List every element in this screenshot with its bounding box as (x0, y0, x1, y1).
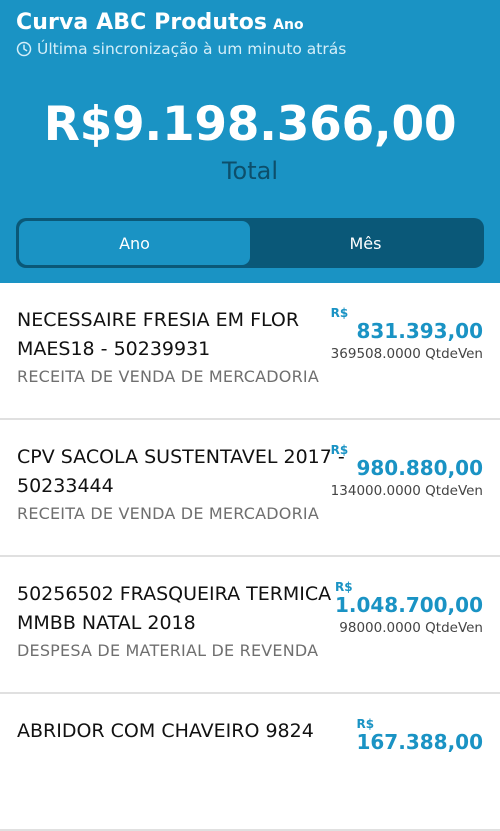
list-item[interactable]: CPV SACOLA SUSTENTAVEL 2017 - 50233444 R… (0, 420, 500, 557)
product-qty: 134000.0000 QtdeVen (330, 483, 483, 499)
tab-month[interactable]: Mês (250, 221, 481, 265)
product-amount: 980.880,00 (356, 456, 483, 480)
product-values: R$ 831.393,00 369508.0000 QtdeVen (330, 307, 483, 363)
sync-text: Última sincronização à um minuto atrás (37, 40, 347, 58)
product-account: RECEITA DE VENDA DE MERCADORIA (17, 504, 319, 523)
product-values: R$ 1.048.700,00 98000.0000 QtdeVen (334, 581, 483, 637)
product-name: NECESSAIRE FRESIA EM FLOR MAES18 - 50239… (17, 309, 300, 360)
product-account: RECEITA DE VENDA DE MERCADORIA (17, 367, 319, 386)
page-title: Curva ABC Produtos (16, 10, 268, 35)
clock-icon (16, 41, 32, 57)
tab-year[interactable]: Ano (19, 221, 250, 265)
product-amount: 167.388,00 (356, 730, 483, 754)
header: Curva ABC Produtos Ano Última sincroniza… (0, 0, 500, 283)
list-item[interactable]: 50256502 FRASQUEIRA TERMICA MMBB NATAL 2… (0, 557, 500, 694)
total-amount: R$9.198.366,00 (43, 97, 457, 152)
product-amount: 1.048.700,00 (334, 593, 483, 617)
product-account: DESPESA DE MATERIAL DE REVENDA (17, 641, 319, 660)
sync-status: Última sincronização à um minuto atrás (16, 40, 346, 58)
product-list: NECESSAIRE FRESIA EM FLOR MAES18 - 50239… (0, 283, 500, 831)
product-qty: 369508.0000 QtdeVen (330, 346, 483, 362)
product-name: 50256502 FRASQUEIRA TERMICA MMBB NATAL 2… (17, 583, 332, 634)
product-name: CPV SACOLA SUSTENTAVEL 2017 - 50233444 (17, 446, 345, 497)
product-values: R$ 980.880,00 134000.0000 QtdeVen (330, 444, 483, 500)
product-values: R$ 167.388,00 (356, 718, 483, 757)
list-item[interactable]: NECESSAIRE FRESIA EM FLOR MAES18 - 50239… (0, 283, 500, 420)
total-label: Total (221, 157, 279, 185)
period-label: Ano (273, 17, 304, 33)
product-qty: 98000.0000 QtdeVen (339, 620, 483, 636)
product-name: ABRIDOR COM CHAVEIRO 9824 (17, 720, 314, 742)
title-row: Curva ABC Produtos Ano (16, 10, 304, 35)
period-toggle: Ano Mês (16, 218, 484, 268)
product-amount: 831.393,00 (356, 319, 483, 343)
list-item[interactable]: ABRIDOR COM CHAVEIRO 9824 R$ 167.388,00 (0, 694, 500, 831)
